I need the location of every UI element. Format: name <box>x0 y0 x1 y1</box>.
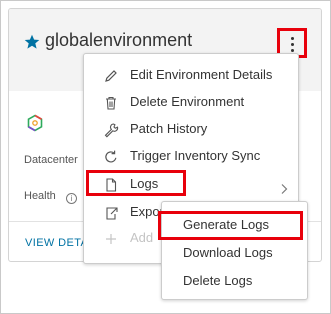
kebab-dot <box>291 49 294 52</box>
logs-highlight-box <box>86 170 186 196</box>
menu-item-label: Trigger Inventory Sync <box>130 148 261 163</box>
submenu-item-label: Download Logs <box>183 245 273 260</box>
menu-item-label: Delete Environment <box>130 94 245 109</box>
logs-submenu: Generate Logs Download Logs Delete Logs <box>158 201 308 300</box>
menu-item-edit-environment[interactable]: Edit Environment Details <box>84 63 298 89</box>
submenu-item-generate-logs[interactable]: Generate Logs <box>162 212 307 238</box>
submenu-item-label: Generate Logs <box>183 217 270 232</box>
environment-name: globalenvironment <box>45 30 193 50</box>
submenu-item-label: Delete Logs <box>183 273 253 288</box>
submenu-item-delete-logs[interactable]: Delete Logs <box>162 268 307 294</box>
health-label: Health <box>24 190 56 202</box>
refresh-icon <box>105 150 117 163</box>
wrench-icon <box>104 123 119 138</box>
menu-item-label: Patch History <box>130 121 208 136</box>
info-icon[interactable]: i <box>66 193 77 204</box>
menu-item-label: Edit Environment Details <box>130 67 273 82</box>
pencil-icon <box>105 70 117 82</box>
chevron-right-icon <box>281 184 288 194</box>
menu-item-label: Add <box>130 230 154 245</box>
submenu-item-download-logs[interactable]: Download Logs <box>162 240 307 266</box>
trash-icon <box>106 96 116 110</box>
datacenter-label: Datacenter <box>24 154 78 166</box>
export-icon <box>106 207 118 220</box>
kebab-dot <box>291 43 294 46</box>
menu-item-trigger-inventory-sync[interactable]: Trigger Inventory Sync <box>84 144 298 170</box>
menu-item-patch-history[interactable]: Patch History <box>84 117 298 143</box>
environment-logo-icon <box>27 114 43 132</box>
star-icon[interactable] <box>24 34 40 50</box>
plus-icon <box>106 234 116 244</box>
kebab-dot <box>291 37 294 40</box>
menu-item-delete-environment[interactable]: Delete Environment <box>84 90 298 116</box>
